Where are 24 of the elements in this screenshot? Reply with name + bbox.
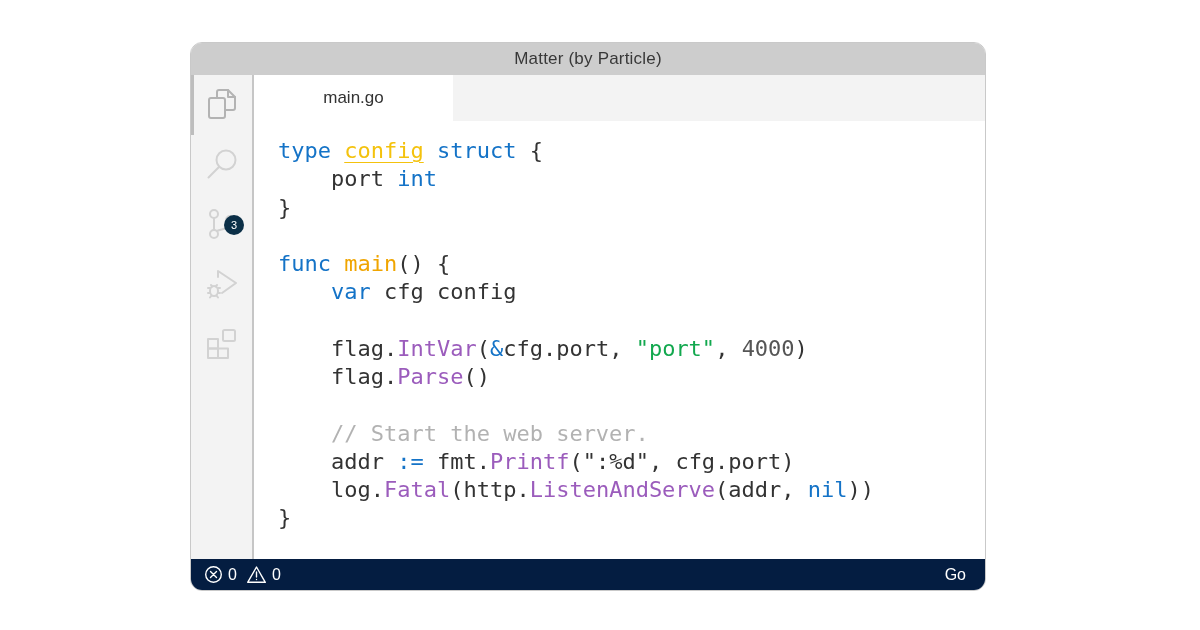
code-line: var cfg config — [330, 278, 517, 307]
activity-bar-item[interactable]: 3 — [191, 195, 252, 255]
error-icon — [205, 566, 222, 583]
code-line: flag.IntVar(&cfg.port, "port", 4000) — [330, 334, 808, 363]
code-line: } — [278, 193, 292, 222]
code-line: } — [278, 504, 292, 533]
code-line: flag.Parse() — [330, 363, 490, 391]
warning-icon — [246, 566, 266, 583]
error-count: 0 — [228, 565, 237, 584]
count-badge: 3 — [224, 215, 244, 235]
editor-tab[interactable]: main.go — [254, 75, 453, 121]
code-line: type config struct { — [278, 137, 543, 165]
files-icon — [207, 88, 236, 119]
window-title: Matter (by Particle) — [514, 49, 662, 69]
language-mode[interactable]: Go — [944, 565, 966, 584]
extensions-icon — [206, 328, 237, 359]
code-line: addr := fmt.Printf(":%d", cfg.port) — [330, 447, 795, 476]
code-line: port int — [330, 165, 437, 194]
search-icon — [206, 148, 237, 179]
debug-icon — [206, 268, 237, 299]
code-line: log.Fatal(http.ListenAndServe(addr, nil)) — [330, 476, 875, 504]
warning-count: 0 — [271, 565, 281, 584]
code-line: func main() { — [278, 250, 451, 278]
code-line: // Start the web server. — [330, 419, 649, 448]
